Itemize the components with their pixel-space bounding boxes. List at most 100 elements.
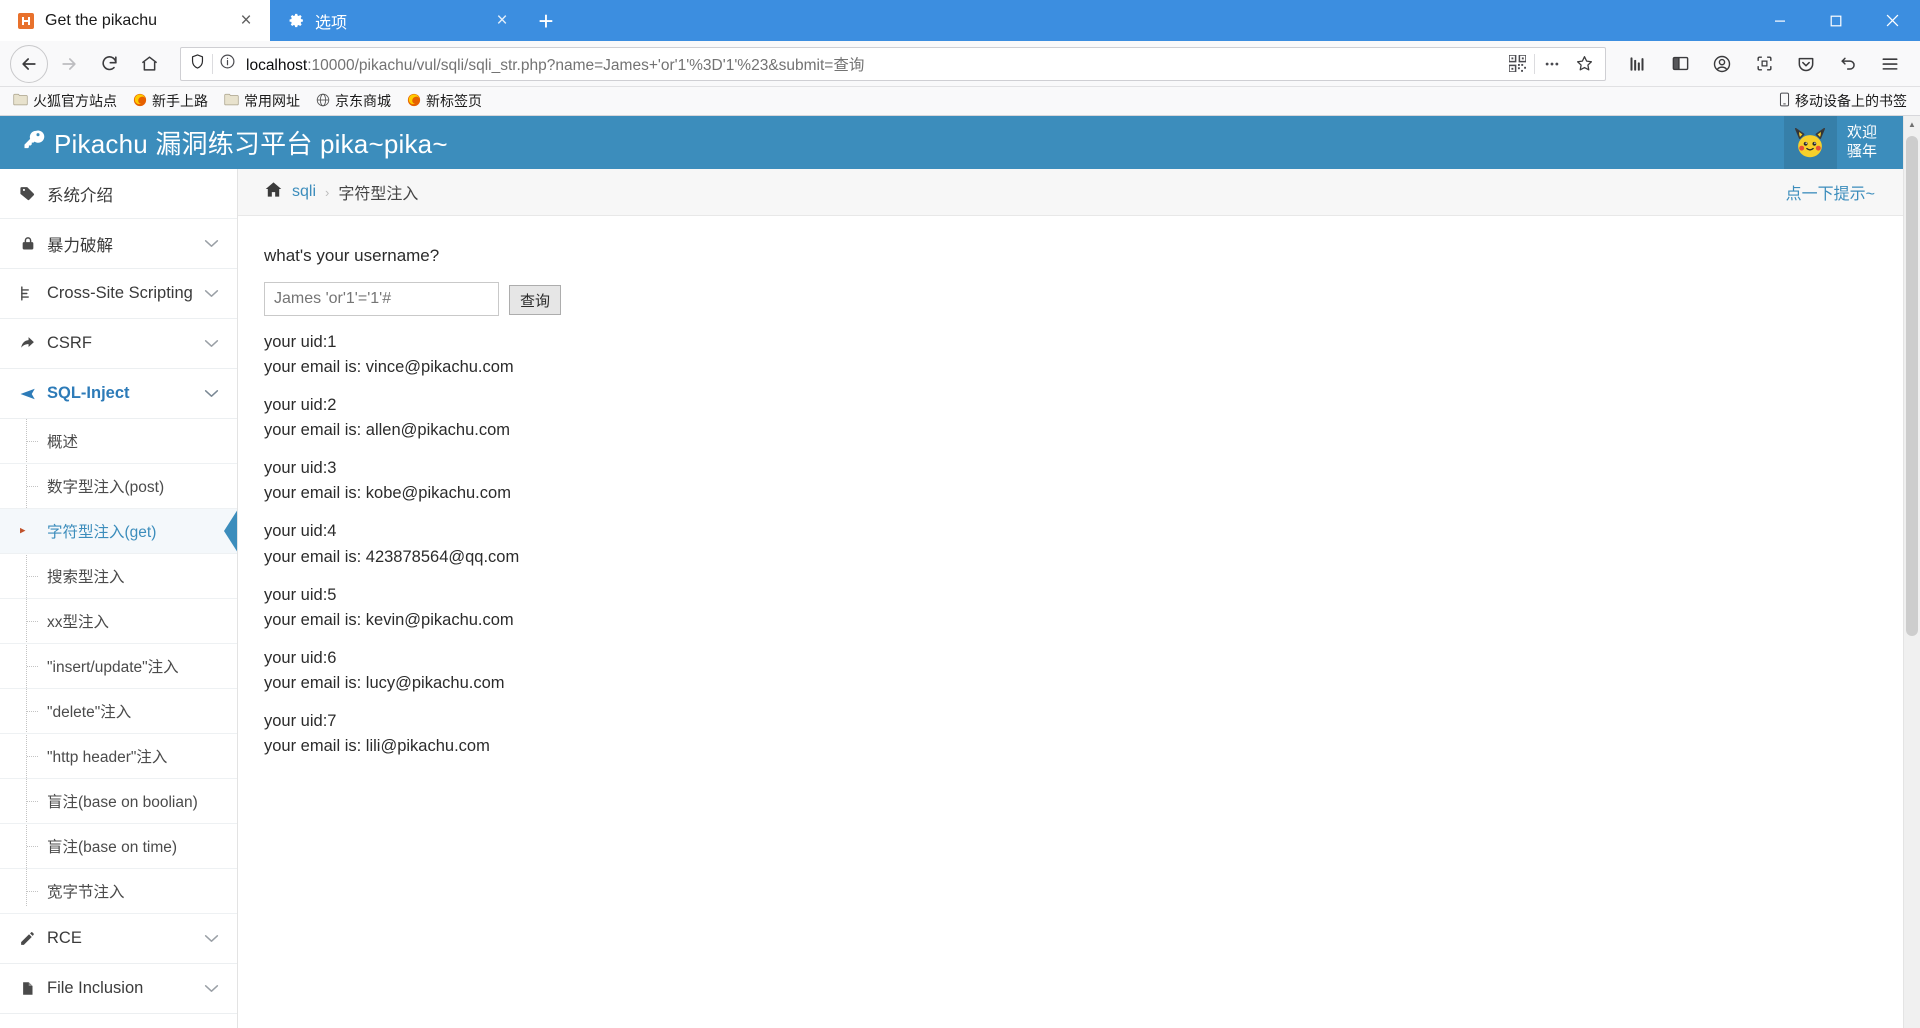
maximize-icon[interactable]	[1808, 0, 1864, 41]
result-email: your email is: kobe@pikachu.com	[264, 484, 511, 503]
new-tab-button[interactable]: +	[526, 0, 566, 41]
tab-get-the-pikachu[interactable]: Get the pikachu ×	[0, 0, 270, 41]
bookmark-item[interactable]: 火狐官方站点	[6, 89, 124, 113]
result-row: your uid:6 your email is: lucy@pikachu.c…	[264, 646, 1877, 696]
result-email: your email is: 423878564@qq.com	[264, 547, 520, 566]
breadcrumb-current: 字符型注入	[338, 186, 419, 203]
header-user-area[interactable]: 欢迎 骚年	[1783, 116, 1903, 169]
firefox-icon	[133, 93, 147, 110]
scroll-up-icon[interactable]: ▲	[1904, 116, 1920, 133]
pocket-icon[interactable]	[1786, 45, 1826, 83]
ellipsis-icon[interactable]	[1537, 49, 1567, 79]
submenu-item-blind-boolean[interactable]: 盲注(base on boolian)	[0, 779, 237, 824]
menu-icon[interactable]	[1870, 45, 1910, 83]
submenu-label: "delete"注入	[47, 704, 132, 721]
sql-inject-submenu: 概述 数字型注入(post) ▸ 字符型注入(get) 搜索型注入 xx型注入 …	[0, 419, 237, 914]
result-email: your email is: allen@pikachu.com	[264, 421, 511, 440]
sidebar-item-label: File Inclusion	[47, 979, 144, 997]
shield-icon[interactable]	[189, 53, 206, 75]
back-icon[interactable]	[10, 44, 48, 83]
tab-options[interactable]: 选项 ×	[270, 0, 526, 41]
sidebar-item-file-inclusion[interactable]: File Inclusion	[0, 964, 237, 1014]
scrollbar-thumb[interactable]	[1906, 136, 1918, 636]
sidebar-item-brute-force[interactable]: 暴力破解	[0, 219, 237, 269]
submenu-item-wide-byte[interactable]: 宽字节注入	[0, 869, 237, 914]
chevron-down-icon	[204, 931, 219, 946]
address-bar-actions	[1502, 49, 1599, 79]
sqli-panel: what's your username? 查询 your uid:1 your…	[238, 216, 1903, 772]
globe-icon	[316, 93, 330, 110]
tab-title: Get the pikachu	[45, 11, 158, 29]
url-text[interactable]: localhost:10000/pikachu/vul/sqli/sqli_st…	[244, 53, 1494, 75]
reload-icon[interactable]	[90, 45, 128, 83]
close-icon[interactable]: ×	[234, 9, 258, 33]
sidebar-item-label: 系统介绍	[47, 186, 113, 205]
submenu-item-search[interactable]: 搜索型注入	[0, 554, 237, 599]
home-icon[interactable]	[130, 45, 168, 83]
page-title: Pikachu 漏洞练习平台 pika~pika~	[22, 124, 448, 161]
sidebar-item-label: SQL-Inject	[47, 384, 130, 402]
info-icon[interactable]	[219, 53, 236, 75]
submit-button[interactable]: 查询	[509, 285, 562, 315]
query-results: your uid:1 your email is: vince@pikachu.…	[264, 330, 1877, 759]
submenu-label: "insert/update"注入	[47, 659, 179, 676]
submenu-item-string-get[interactable]: ▸ 字符型注入(get)	[0, 509, 237, 554]
bookmark-item[interactable]: 京东商城	[309, 89, 398, 113]
browser-window: Get the pikachu × 选项 × + localhost:10000…	[0, 0, 1920, 1028]
library-icon[interactable]	[1618, 45, 1658, 83]
close-icon[interactable]: ×	[490, 9, 514, 33]
result-uid: your uid:1	[264, 333, 337, 351]
bookmark-item[interactable]: 新手上路	[126, 89, 215, 113]
address-bar[interactable]: localhost:10000/pikachu/vul/sqli/sqli_st…	[180, 46, 1606, 81]
chevron-down-icon	[204, 386, 219, 401]
submenu-label: 宽字节注入	[47, 884, 125, 901]
submenu-label: 字符型注入(get)	[47, 524, 157, 541]
submenu-label: 数字型注入(post)	[47, 479, 165, 496]
tab-title: 选项	[315, 14, 348, 32]
home-icon[interactable]	[264, 180, 283, 204]
sidebar-item-label: Cross-Site Scripting	[47, 284, 193, 302]
tag-icon	[18, 185, 37, 202]
account-icon[interactable]	[1702, 45, 1742, 83]
submenu-item-numeric-post[interactable]: 数字型注入(post)	[0, 464, 237, 509]
submenu-item-overview[interactable]: 概述	[0, 419, 237, 464]
browser-actions	[1618, 45, 1910, 83]
sidebar-item-rce[interactable]: RCE	[0, 914, 237, 964]
submenu-item-delete[interactable]: "delete"注入	[0, 689, 237, 734]
result-row: your uid:1 your email is: vince@pikachu.…	[264, 330, 1877, 380]
close-window-icon[interactable]	[1864, 0, 1920, 41]
sidebar-item-system-intro[interactable]: 系统介绍	[0, 169, 237, 219]
site-title-text: Pikachu 漏洞练习平台 pika~pika~	[54, 129, 448, 159]
result-email: your email is: lili@pikachu.com	[264, 737, 490, 756]
undo-icon[interactable]	[1828, 45, 1868, 83]
screenshot-icon[interactable]	[1744, 45, 1784, 83]
breadcrumb-link-sqli[interactable]: sqli	[292, 183, 316, 201]
sidebar-icon[interactable]	[1660, 45, 1700, 83]
lock-icon	[18, 235, 37, 252]
pencil-icon	[18, 930, 37, 947]
minimize-icon[interactable]	[1752, 0, 1808, 41]
submenu-item-blind-time[interactable]: 盲注(base on time)	[0, 824, 237, 869]
breadcrumb-separator: ›	[325, 184, 330, 200]
page-scrollbar[interactable]: ▲	[1903, 116, 1920, 1028]
bookmark-mobile-folder[interactable]: 移动设备上的书签	[1772, 89, 1914, 113]
sidebar-item-sql-inject[interactable]: SQL-Inject	[0, 369, 237, 419]
hint-link[interactable]: 点一下提示~	[1786, 180, 1875, 204]
submenu-label: "http header"注入	[47, 749, 168, 766]
sidebar-item-label: RCE	[47, 929, 82, 947]
bookmark-label: 新标签页	[426, 93, 482, 109]
bookmark-item[interactable]: 常用网址	[217, 89, 307, 113]
sidebar-item-csrf[interactable]: CSRF	[0, 319, 237, 369]
username-input[interactable]	[264, 282, 499, 316]
submenu-item-xx[interactable]: xx型注入	[0, 599, 237, 644]
qrcode-icon[interactable]	[1502, 49, 1532, 79]
bookmark-item[interactable]: 新标签页	[400, 89, 489, 113]
window-controls	[1752, 0, 1920, 41]
submenu-item-http-header[interactable]: "http header"注入	[0, 734, 237, 779]
submenu-item-insert-update[interactable]: "insert/update"注入	[0, 644, 237, 689]
divider	[1534, 53, 1535, 74]
sidebar-item-cross-site-scripting[interactable]: Cross-Site Scripting	[0, 269, 237, 319]
star-icon[interactable]	[1569, 49, 1599, 79]
result-uid: your uid:3	[264, 459, 337, 478]
divider	[212, 53, 213, 74]
